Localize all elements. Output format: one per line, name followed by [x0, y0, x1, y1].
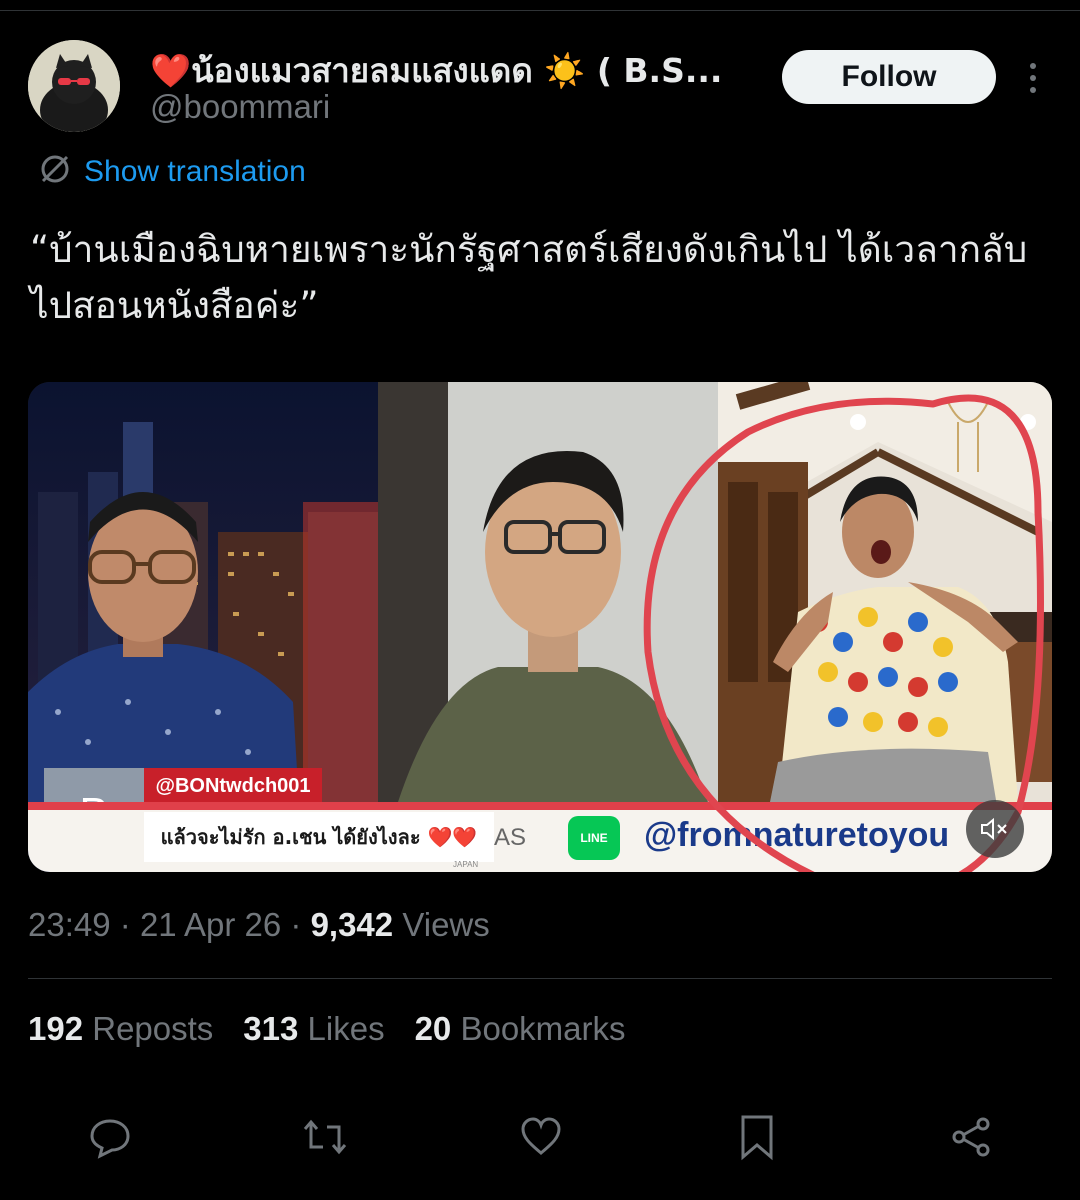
action-bar: [0, 1112, 1080, 1162]
bookmarks-label: Bookmarks: [460, 1010, 626, 1047]
bookmarks-count: 20: [414, 1010, 452, 1047]
follow-button[interactable]: Follow: [782, 50, 996, 104]
engagement-stats: 192 Reposts 313 Likes 20 Bookmarks: [28, 1010, 626, 1048]
likes-label: Likes: [307, 1010, 385, 1047]
divider: [28, 978, 1052, 979]
reposts-label: Reposts: [92, 1010, 214, 1047]
repost-button[interactable]: [300, 1112, 350, 1162]
share-button[interactable]: [946, 1112, 996, 1162]
muted-speaker-icon: [981, 817, 1007, 841]
top-divider: [0, 10, 1080, 11]
like-button[interactable]: [516, 1112, 566, 1162]
tweet-date[interactable]: 21 Apr 26: [140, 906, 281, 943]
more-options-icon[interactable]: [1020, 58, 1046, 98]
avatar[interactable]: [28, 40, 120, 132]
show-translation-link[interactable]: Show translation: [38, 152, 306, 191]
tweet-time[interactable]: 23:49: [28, 906, 111, 943]
repost-icon: [303, 1119, 347, 1155]
share-icon: [952, 1117, 990, 1157]
reply-icon: [90, 1119, 130, 1159]
likes-stat[interactable]: 313 Likes: [243, 1010, 384, 1048]
reposts-count: 192: [28, 1010, 84, 1047]
bookmark-button[interactable]: [732, 1112, 782, 1162]
user-handle[interactable]: @boommari: [150, 88, 330, 126]
bookmarks-stat[interactable]: 20 Bookmarks: [415, 1010, 626, 1048]
tweet-meta: 23:49 · 21 Apr 26 · 9,342 Views: [28, 906, 490, 943]
annotation-circle: [643, 394, 1044, 872]
reply-button[interactable]: [85, 1112, 135, 1162]
views-count: 9,342: [310, 906, 394, 943]
heart-icon: [521, 1117, 561, 1155]
views-label: Views: [402, 906, 490, 943]
video-media[interactable]: B @BONtwdch001 แล้วจะไม่รัก อ.เชน ได้ยัง…: [28, 382, 1052, 872]
bookmark-icon: [741, 1115, 773, 1161]
reposts-stat[interactable]: 192 Reposts: [28, 1010, 213, 1048]
translate-icon: [38, 152, 72, 191]
tweet-text: “บ้านเมืองฉิบหายเพราะนักรัฐศาสตร์เสียงดั…: [30, 228, 1028, 327]
mute-button[interactable]: [966, 800, 1024, 858]
translation-label: Show translation: [84, 154, 306, 188]
likes-count: 313: [243, 1010, 299, 1047]
